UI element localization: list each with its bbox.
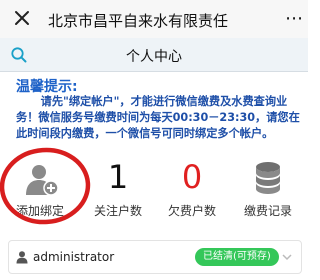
payment-records-button[interactable]: 缴费记录 (230, 158, 308, 228)
stats-row: 添加绑定 1 关注户数 0 欠费户数 缴费记录 (0, 147, 308, 228)
chevron-down-icon[interactable] (281, 251, 293, 263)
page-title: 个人中心 (126, 49, 182, 65)
arrears-label: 欠费户数 (167, 204, 216, 218)
person-icon (16, 251, 28, 264)
app-bar: 北京市昌平自来水有限责任 ⋯ (0, 0, 308, 38)
status-badge: 已结清(可预存) (195, 248, 279, 266)
page-header: 个人中心 (0, 38, 308, 72)
arrears-stat[interactable]: 0 欠费户数 (156, 158, 228, 228)
account-name: administrator (33, 250, 115, 264)
coin-stack-icon (256, 162, 280, 194)
payment-records-label: 缴费记录 (243, 204, 292, 218)
followers-label: 关注户数 (93, 204, 142, 218)
more-menu-button[interactable]: ⋯ (285, 8, 304, 29)
add-binding-button[interactable]: 添加绑定 (0, 147, 91, 228)
close-icon[interactable] (12, 8, 32, 28)
followers-count: 1 (107, 158, 129, 196)
account-row[interactable]: administrator 已结清(可预存) (8, 240, 302, 274)
followers-stat[interactable]: 1 关注户数 (82, 158, 154, 228)
arrears-count: 0 (181, 158, 203, 196)
app-title: 北京市昌平自来水有限责任 (48, 12, 229, 30)
page: 北京市昌平自来水有限责任 ⋯ 个人中心 温馨提示: 请先"绑定帐户"，才能进行微… (0, 0, 308, 280)
notice-text: 请先"绑定帐户"，才能进行微信缴费及水费查询业务！微信服务号缴费时间为每天00:… (16, 95, 300, 140)
notice-title: 温馨提示: (16, 79, 78, 95)
